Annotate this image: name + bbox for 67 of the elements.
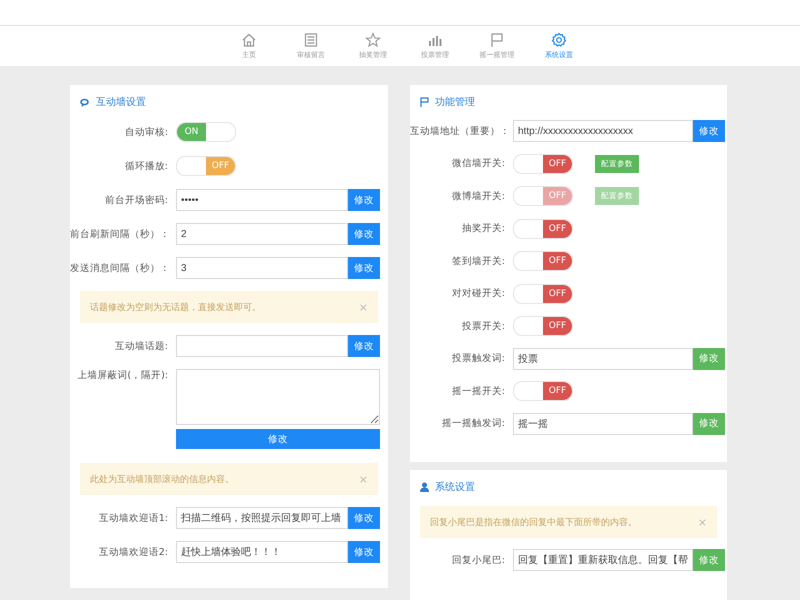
toggle-switch[interactable]: OFF [513,218,573,239]
field-label: 抽奖开关: [460,222,506,236]
chat-icon [80,98,90,106]
alert-text: 此处为互动墙顶部滚动的信息内容。 [90,474,234,486]
edit-button[interactable]: 修改 [693,348,725,370]
input-field[interactable]: 赶快上墙体验吧！！！ [176,541,348,563]
alert-text: 回复小尾巴是指在微信的回复中最下面所带的内容。 [430,516,637,528]
close-button[interactable]: × [698,516,707,528]
card-title: 系统设置 [435,480,475,494]
input-field[interactable]: ••••• [176,189,348,211]
field-label: 互动墙地址（重要）： [410,124,511,138]
alert-text: 话题修改为空则为无话题，直接发送即可。 [90,302,261,314]
field-label: 投票触发词: [450,352,506,366]
edit-button[interactable]: 修改 [348,189,380,211]
input-field[interactable]: 回复【重置】重新获取信息。回复【帮 [513,549,693,572]
input-field[interactable]: 投票 [513,348,693,370]
field-label: 摇一摇触发词: [440,417,506,430]
field-label: 互动墙欢迎语2: [98,546,169,558]
card-title: 互动墙设置 [96,96,146,109]
field-label: 自动审核: [124,126,169,138]
input-field[interactable]: 2 [176,223,348,245]
edit-button[interactable]: 修改 [348,507,380,529]
input-field[interactable]: 扫描二维码，按照提示回复即可上墙 [176,507,348,529]
toggle-switch[interactable]: OFF [513,251,573,272]
toggle-switch[interactable]: OFF [513,154,573,174]
toggle-switch[interactable]: OFF [513,284,573,304]
toggle-switch[interactable]: OFF [176,156,236,176]
close-button[interactable]: × [358,472,368,486]
input-field[interactable] [176,335,348,357]
toggle-switch[interactable]: ON [176,122,236,142]
field-label: 互动墙欢迎语1: [98,512,169,524]
field-label: 循环播放: [124,160,169,172]
flag-icon [489,32,505,48]
input-field[interactable]: 摇一摇 [513,412,693,435]
close-button[interactable]: × [358,300,368,314]
field-label: 微博墙开关: [450,190,506,203]
toggle-switch[interactable]: OFF [513,316,573,336]
document-icon [303,32,319,48]
card-title: 功能管理 [435,96,475,109]
field-label: 摇一摇开关: [450,384,506,398]
field-label: 对对碰开关: [450,287,506,300]
user-icon [420,482,429,492]
edit-button[interactable]: 修改 [693,549,725,572]
toggle-switch[interactable]: OFF [513,381,573,402]
edit-button[interactable]: 修改 [693,120,725,142]
edit-button[interactable]: 修改 [348,335,380,357]
field-label: 回复小尾巴: [450,554,506,567]
field-label: 前台开场密码: [104,194,169,206]
field-label: 投票开关: [460,320,506,333]
edit-button[interactable]: 修改 [693,412,725,435]
edit-button[interactable]: 修改 [348,257,380,279]
field-label: 微信墙开关: [450,157,506,170]
field-label: 互动墙话题: [114,340,169,352]
field-label: 上墙屏蔽词(，隔开): [76,369,169,382]
text-area[interactable] [176,369,380,425]
star-icon [365,32,381,48]
edit-button[interactable]: 修改 [348,541,380,563]
field-label: 签到墙开关: [450,254,506,268]
input-field[interactable]: 3 [176,257,348,279]
field-label: 发送消息间隔（秒）： [70,262,171,274]
edit-button[interactable]: 修改 [176,429,380,449]
settings-icon [551,32,567,48]
field-label: 前台刷新间隔（秒）： [70,228,171,240]
flag-icon [420,97,429,107]
edit-button[interactable]: 修改 [348,223,380,245]
input-field[interactable]: http://xxxxxxxxxxxxxxxxxx [513,120,693,142]
home-icon [241,32,257,48]
